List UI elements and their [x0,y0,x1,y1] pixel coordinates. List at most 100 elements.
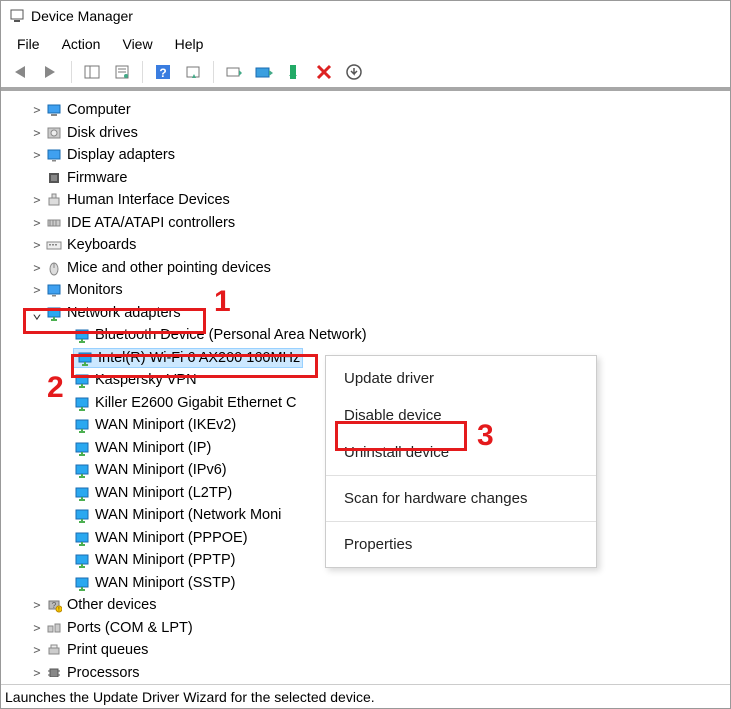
expander-icon[interactable]: > [29,103,45,117]
expander-icon[interactable]: > [29,598,45,612]
tree-label: Processors [67,665,140,677]
tree-label: Display adapters [67,147,175,163]
expander-icon[interactable]: > [29,148,45,162]
ctx-disable-device[interactable]: Disable device [326,397,596,434]
tree-label: Kaspersky VPN [95,372,197,388]
separator [71,61,72,83]
tree-label: WAN Miniport (SSTP) [95,575,235,591]
show-hide-button[interactable] [78,58,106,86]
tree-label: Killer E2600 Gigabit Ethernet C [95,395,297,411]
title-bar: Device Manager [1,1,730,31]
expander-icon[interactable]: > [29,643,45,657]
tree-item-network-adapters[interactable]: ⌄ Network adapters [29,302,726,325]
expander-icon[interactable]: > [29,216,45,230]
tree-label: Network adapters [67,305,181,321]
network-icon [73,574,91,592]
properties-button[interactable] [108,58,136,86]
network-icon [73,529,91,547]
network-adapter-item[interactable]: Bluetooth Device (Personal Area Network) [57,324,726,347]
tree-label: Intel(R) Wi-Fi 6 AX200 160MHz [98,350,300,366]
tree-label: Human Interface Devices [67,192,230,208]
tree-item-keyboards[interactable]: > Keyboards [29,234,726,257]
expander-icon[interactable]: > [29,261,45,275]
tree-item-monitors[interactable]: > Monitors [29,279,726,302]
tree-label: Mice and other pointing devices [67,260,271,276]
tree-item-mice-and-other-pointing-devices[interactable]: > Mice and other pointing devices [29,257,726,280]
tree-item-processors[interactable]: > Processors [29,662,726,678]
network-icon [76,349,94,367]
tree-item-ports-com-lpt-[interactable]: > Ports (COM & LPT) [29,617,726,640]
tree-label: Ports (COM & LPT) [67,620,193,636]
disk-icon [45,124,63,142]
tree-item-other-devices[interactable]: >?!Other devices [29,594,726,617]
separator [326,521,596,522]
expander-icon[interactable]: > [29,238,45,252]
tree-label: WAN Miniport (PPTP) [95,552,235,568]
separator [142,61,143,83]
monitor-icon [45,281,63,299]
menu-bar: File Action View Help [1,31,730,57]
menu-action[interactable]: Action [52,34,111,54]
tree-label: Disk drives [67,125,138,141]
tree-item-disk-drives[interactable]: > Disk drives [29,122,726,145]
expander-icon[interactable]: > [29,193,45,207]
tree-label: WAN Miniport (IKEv2) [95,417,236,433]
enable-button[interactable] [250,58,278,86]
menu-help[interactable]: Help [165,34,214,54]
expander-icon[interactable]: ⌄ [29,303,45,322]
ide-icon [45,214,63,232]
tree-item-ide-ata-atapi-controllers[interactable]: > IDE ATA/ATAPI controllers [29,212,726,235]
back-button[interactable] [7,58,35,86]
tree-label: Computer [67,102,131,118]
status-text: Launches the Update Driver Wizard for th… [5,689,375,705]
expander-icon[interactable]: > [29,283,45,297]
expander-icon[interactable]: > [29,126,45,140]
help-button[interactable]: ? [149,58,177,86]
network-icon [73,484,91,502]
separator [213,61,214,83]
forward-button[interactable] [37,58,65,86]
ctx-update-driver[interactable]: Update driver [326,360,596,397]
menu-view[interactable]: View [112,34,162,54]
tree-label: Keyboards [67,237,136,253]
other-icon: ?! [45,596,63,614]
callout-2: 2 [47,371,64,405]
network-icon [73,551,91,569]
network-icon [73,461,91,479]
network-icon [73,326,91,344]
toolbar: ? [1,57,730,91]
expander-icon[interactable]: > [29,621,45,635]
tree-item-firmware[interactable]: Firmware [29,167,726,190]
scan-button[interactable] [179,58,207,86]
tree-label: Monitors [67,282,123,298]
callout-1: 1 [214,285,231,319]
tree-item-display-adapters[interactable]: > Display adapters [29,144,726,167]
menu-file[interactable]: File [7,34,50,54]
cpu-icon [45,664,63,677]
expander-icon[interactable]: > [29,666,45,677]
ctx-scan-hardware[interactable]: Scan for hardware changes [326,480,596,517]
tree-label: Firmware [67,170,127,186]
network-icon [73,416,91,434]
ctx-uninstall-device[interactable]: Uninstall device [326,434,596,471]
network-icon [45,304,63,322]
tree-label: Bluetooth Device (Personal Area Network) [95,327,367,343]
network-adapter-item[interactable]: WAN Miniport (SSTP) [57,572,726,595]
port-icon [45,619,63,637]
update-driver-button[interactable] [220,58,248,86]
mouse-icon [45,259,63,277]
tree-label: IDE ATA/ATAPI controllers [67,215,235,231]
callout-3: 3 [477,419,494,453]
tree-label: WAN Miniport (PPPOE) [95,530,248,546]
network-icon [73,394,91,412]
tree-item-human-interface-devices[interactable]: > Human Interface Devices [29,189,726,212]
scan-hardware-button[interactable] [340,58,368,86]
tree-label: WAN Miniport (Network Moni [95,507,281,523]
tree-item-computer[interactable]: > Computer [29,99,726,122]
tree-label: WAN Miniport (IP) [95,440,211,456]
tree-item-print-queues[interactable]: >Print queues [29,639,726,662]
disable-button[interactable] [280,58,308,86]
status-bar: Launches the Update Driver Wizard for th… [1,684,730,708]
ctx-properties[interactable]: Properties [326,526,596,563]
uninstall-button[interactable] [310,58,338,86]
